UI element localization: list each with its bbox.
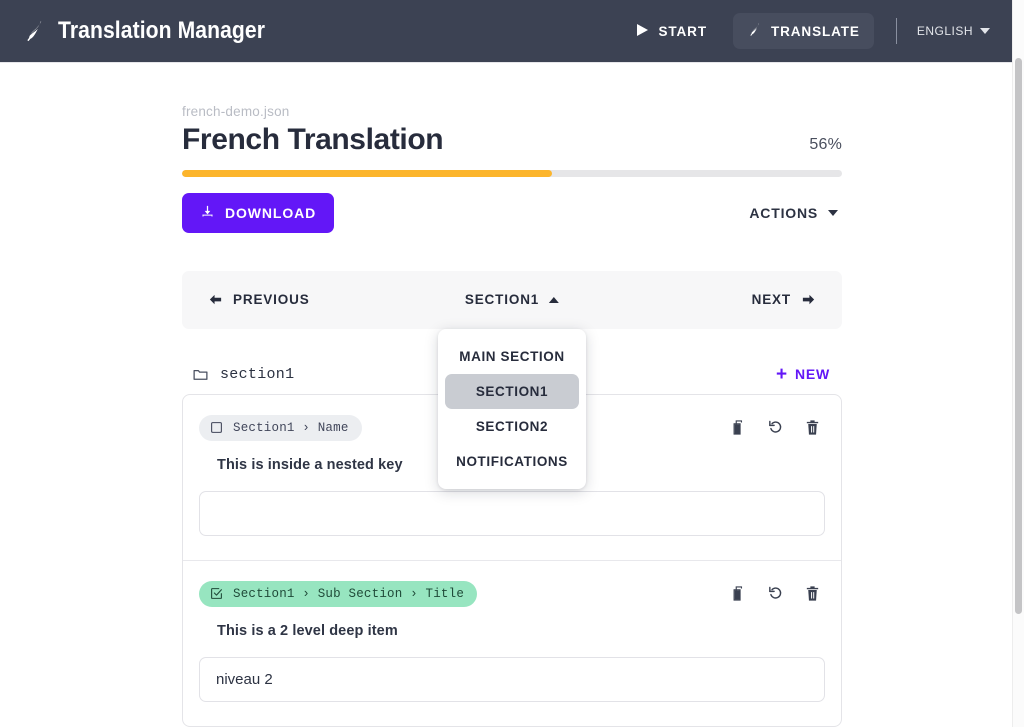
section-option-0[interactable]: MAIN SECTION bbox=[445, 339, 579, 374]
entry-key-path: Section1 › Sub Section › Title bbox=[233, 586, 465, 601]
entry-key-path: Section1 › Name bbox=[233, 420, 349, 435]
new-entry-button[interactable]: + NEW bbox=[776, 365, 830, 384]
undo-icon bbox=[767, 585, 784, 602]
brand: Translation Manager bbox=[22, 17, 293, 45]
chevron-down-icon bbox=[828, 209, 838, 216]
section-option-2[interactable]: SECTION2 bbox=[445, 409, 579, 444]
entry-header: Section1 › Sub Section › Title bbox=[199, 580, 825, 607]
actions-label: ACTIONS bbox=[749, 204, 818, 221]
previous-section-button[interactable]: PREVIOUS bbox=[208, 292, 310, 307]
translation-entry: Section1 › Sub Section › Title This is a … bbox=[183, 559, 841, 726]
actions-menu-button[interactable]: ACTIONS bbox=[745, 197, 842, 229]
download-label: DOWNLOAD bbox=[225, 204, 317, 221]
translate-button[interactable]: TRANSLATE bbox=[732, 13, 874, 49]
translate-label: TRANSLATE bbox=[770, 23, 860, 39]
app-title: Translation Manager bbox=[58, 17, 266, 44]
arrow-left-icon bbox=[208, 292, 223, 307]
entry-actions bbox=[730, 585, 825, 602]
section-option-3[interactable]: NOTIFICATIONS bbox=[445, 444, 579, 479]
section-selector-button[interactable]: SECTION1 bbox=[464, 292, 560, 308]
next-section-button[interactable]: NEXT bbox=[752, 292, 816, 307]
trash-icon bbox=[804, 585, 821, 602]
undo-icon bbox=[767, 419, 784, 436]
content-column: french-demo.json French Translation 56% … bbox=[182, 63, 842, 727]
start-button[interactable]: START bbox=[622, 14, 721, 49]
progress-percent-label: 56% bbox=[809, 135, 842, 153]
entry-source-text: This is a 2 level deep item bbox=[217, 622, 398, 639]
vertical-scrollbar[interactable] bbox=[1012, 0, 1024, 727]
language-label: ENGLISH bbox=[916, 24, 973, 38]
checkbox-unchecked-icon[interactable] bbox=[210, 421, 223, 434]
entry-key-badge[interactable]: Section1 › Name bbox=[199, 414, 362, 441]
start-label: START bbox=[658, 23, 707, 39]
entry-actions bbox=[730, 419, 825, 436]
folder-label: section1 bbox=[192, 366, 294, 383]
folder-name: section1 bbox=[220, 365, 295, 383]
trash-icon bbox=[804, 419, 821, 436]
page-title: French Translation bbox=[182, 123, 444, 156]
app-header: Translation Manager START TRANSLATE ENGL… bbox=[0, 0, 1012, 62]
revert-button[interactable] bbox=[767, 585, 784, 602]
current-section-label: SECTION1 bbox=[464, 292, 540, 308]
new-label: NEW bbox=[794, 366, 830, 383]
checkbox-checked-icon[interactable] bbox=[210, 587, 223, 600]
copy-button[interactable] bbox=[730, 419, 747, 436]
source-filename: french-demo.json bbox=[182, 104, 290, 119]
progress-bar bbox=[182, 169, 842, 177]
title-row: French Translation 56% bbox=[182, 123, 842, 158]
previous-label: PREVIOUS bbox=[233, 292, 310, 308]
translation-input[interactable] bbox=[199, 490, 825, 536]
delete-button[interactable] bbox=[804, 585, 821, 602]
translation-input[interactable] bbox=[199, 656, 825, 702]
delete-button[interactable] bbox=[804, 419, 821, 436]
download-icon bbox=[200, 204, 215, 222]
copy-icon bbox=[730, 585, 747, 602]
copy-button[interactable] bbox=[730, 585, 747, 602]
language-selector[interactable]: ENGLISH bbox=[913, 18, 994, 44]
chevron-down-icon bbox=[980, 28, 990, 34]
scrollbar-thumb[interactable] bbox=[1015, 58, 1022, 614]
progress-bar-fill bbox=[182, 169, 552, 177]
play-icon bbox=[636, 23, 649, 40]
copy-icon bbox=[730, 419, 747, 436]
header-actions: START TRANSLATE ENGLISH bbox=[622, 13, 994, 49]
section-dropdown-menu: MAIN SECTION SECTION1 SECTION2 NOTIFICATION… bbox=[438, 328, 586, 489]
download-button[interactable]: DOWNLOAD bbox=[182, 192, 335, 233]
page-body: french-demo.json French Translation 56% … bbox=[0, 62, 1012, 727]
feather-icon bbox=[747, 22, 762, 40]
next-label: NEXT bbox=[751, 292, 791, 308]
feather-icon bbox=[22, 19, 46, 43]
document-actions: DOWNLOAD ACTIONS bbox=[182, 192, 842, 233]
header-divider bbox=[895, 18, 897, 44]
chevron-up-icon bbox=[549, 296, 560, 303]
arrow-right-icon bbox=[801, 292, 816, 307]
revert-button[interactable] bbox=[767, 419, 784, 436]
folder-icon bbox=[192, 366, 209, 383]
section-navigation: PREVIOUS SECTION1 NEXT MAIN SECTION SECTI… bbox=[182, 270, 842, 489]
entry-key-badge[interactable]: Section1 › Sub Section › Title bbox=[199, 580, 478, 607]
plus-icon: + bbox=[776, 363, 788, 385]
section-option-1[interactable]: SECTION1 bbox=[445, 373, 579, 409]
